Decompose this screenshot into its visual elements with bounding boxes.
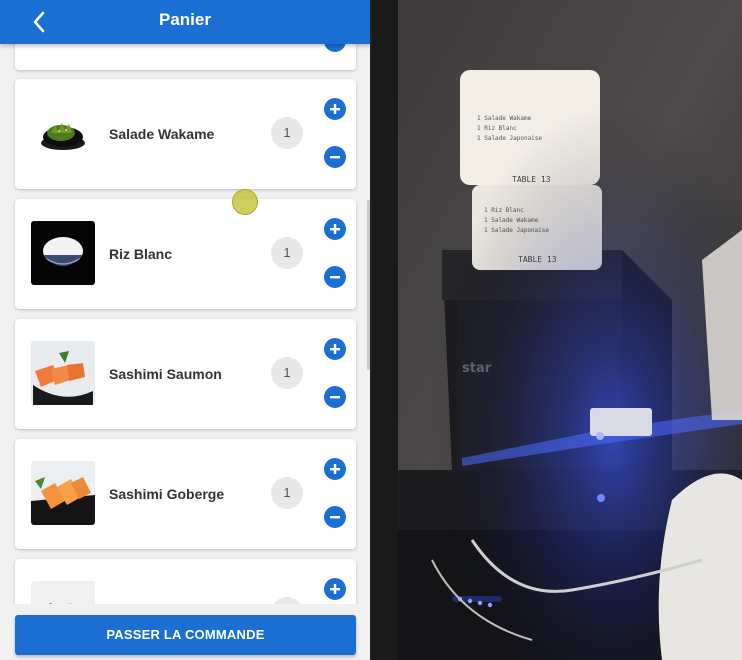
white-rice-image xyxy=(43,237,83,266)
phone-screen: Salade Wakame 1 Riz Blanc 1 Sashimi Saum… xyxy=(0,0,370,660)
item-name: Sashimi Goberge xyxy=(109,486,225,502)
item-name: Salade Wakame xyxy=(109,126,215,142)
item-thumbnail xyxy=(31,341,95,405)
cart-item-card: Sashimi Goberge 1 xyxy=(15,439,356,549)
receipt-printer-image: TABLE 13 TABLE 13 1 Salade Wakame 1 Riz … xyxy=(372,0,742,660)
item-quantity: 1 xyxy=(271,237,303,269)
item-quantity: 1 xyxy=(271,357,303,389)
add-circle-icon xyxy=(330,464,340,474)
decrease-quantity-button[interactable] xyxy=(324,386,346,408)
page-title: Panier xyxy=(159,10,211,29)
item-quantity: 1 xyxy=(271,117,303,149)
increase-quantity-button[interactable] xyxy=(324,578,346,600)
increase-quantity-button[interactable] xyxy=(324,98,346,120)
item-thumbnail xyxy=(31,101,95,165)
remove-circle-icon xyxy=(330,276,340,279)
item-name: Sashimi Saumon xyxy=(109,366,222,382)
item-thumbnail xyxy=(31,221,95,285)
add-circle-icon xyxy=(330,344,340,354)
cart-item-card: Sashimi Saumon 1 xyxy=(15,319,356,429)
cart-item-card: Salade Wakame 1 xyxy=(15,79,356,189)
cart-item-card: Riz Blanc 1 xyxy=(15,199,356,309)
add-circle-icon xyxy=(330,104,340,114)
remove-circle-icon xyxy=(330,396,340,399)
remove-circle-icon xyxy=(330,516,340,519)
decrease-quantity-button[interactable] xyxy=(324,266,346,288)
increase-quantity-button[interactable] xyxy=(324,338,346,360)
item-name: Riz Blanc xyxy=(109,246,173,262)
scrollbar[interactable] xyxy=(367,200,370,370)
printer-photo: TABLE 13 TABLE 13 1 Salade Wakame 1 Riz … xyxy=(372,0,742,660)
remove-circle-icon xyxy=(330,156,340,159)
item-thumbnail xyxy=(31,461,95,525)
checkout-bar: PASSER LA COMMANDE xyxy=(0,604,370,660)
add-circle-icon xyxy=(330,584,340,594)
add-circle-icon xyxy=(330,224,340,234)
decrease-quantity-button[interactable] xyxy=(324,506,346,528)
cart-list[interactable]: Salade Wakame 1 Riz Blanc 1 Sashimi Saum… xyxy=(0,0,370,660)
item-quantity: 1 xyxy=(271,477,303,509)
salmon-sashimi-image xyxy=(31,341,95,405)
decrease-quantity-button[interactable] xyxy=(324,146,346,168)
wakame-salad-image xyxy=(41,123,85,150)
increase-quantity-button[interactable] xyxy=(324,458,346,480)
touch-indicator xyxy=(232,189,258,215)
increase-quantity-button[interactable] xyxy=(324,218,346,240)
goberge-sashimi-image xyxy=(31,461,95,525)
place-order-button[interactable]: PASSER LA COMMANDE xyxy=(15,615,356,655)
app-bar: Panier xyxy=(0,0,370,44)
